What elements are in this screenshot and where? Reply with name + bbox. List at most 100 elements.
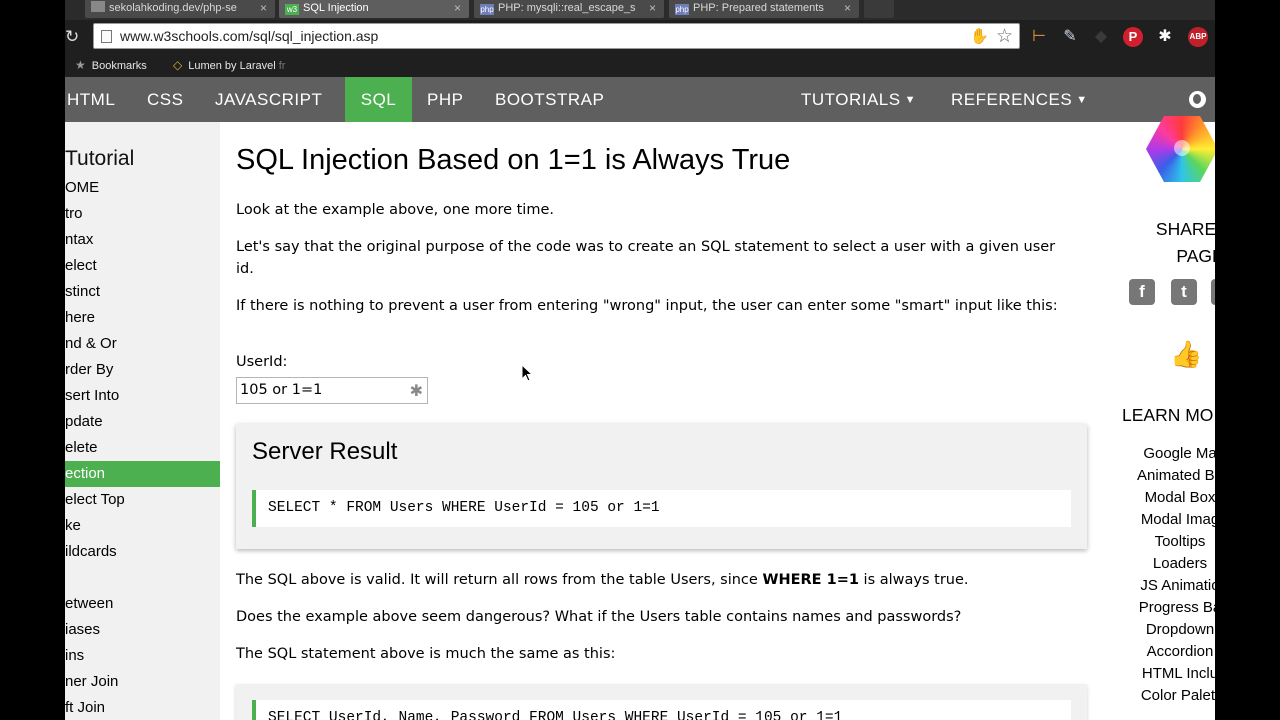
extension-icon[interactable]: ⊢ [1029,27,1049,47]
learn-more-link[interactable]: Dropdown [1105,621,1215,638]
close-icon[interactable]: × [844,0,851,16]
twitter-icon[interactable]: t [1171,279,1197,305]
paragraph: If there is nothing to prevent a user fr… [236,298,1058,314]
browser-window: sekolahkoding.dev/php-se × w3 SQL Injecti… [65,0,1215,720]
bookmark-label-faded: fr [278,60,286,72]
site-top-nav: HTML CSS JAVASCRIPT SQL PHP BOOTSTRAP TU… [65,77,1215,122]
tab-prepared-statements[interactable]: php PHP: Prepared statements × [669,0,859,18]
extension-dim-icon[interactable]: ◆ [1091,27,1111,47]
sidebar-item[interactable]: elect Top [65,487,220,513]
url-text[interactable]: www.w3schools.com/sql/sql_injection.asp [120,24,378,49]
tab-sql-injection[interactable]: w3 SQL Injection × [279,0,469,18]
nav-tutorials[interactable]: TUTORIALS ▼ [801,77,916,122]
thumbs-up-icon[interactable]: 👍 [1170,339,1202,370]
sidebar-item[interactable]: here [65,305,220,331]
pinterest-icon[interactable]: P [1123,27,1143,47]
learn-more-link[interactable]: Tooltips [1105,533,1215,550]
reload-icon[interactable]: ↻ [65,26,83,48]
laravel-icon: ◇ [173,58,183,72]
hand-icon[interactable]: ✋ [970,27,989,45]
tab-strip: sekolahkoding.dev/php-se × w3 SQL Injecti… [65,0,1215,20]
nav-sql[interactable]: SQL [345,77,412,122]
nav-references[interactable]: REFERENCES ▼ [951,77,1088,122]
example-code-panel: SELECT UserId, Name, Password FROM Users… [236,684,1087,720]
sidebar-item[interactable]: ins [65,643,220,669]
sidebar-item[interactable]: tro [65,201,220,227]
color-wheel-icon[interactable] [1146,116,1215,182]
sidebar-item[interactable]: rder By [65,357,220,383]
letterbox [1215,0,1280,720]
globe-icon[interactable] [1189,91,1206,108]
learn-more-link[interactable]: Google Ma [1105,445,1215,462]
browser-toolbar: ↻ www.w3schools.com/sql/sql_injection.as… [65,20,1215,54]
sidebar-item[interactable]: ft Join [65,695,220,720]
learn-more-link[interactable]: Color Palett [1105,687,1215,704]
tab-title: PHP: mysqli::real_escape_s [498,2,636,14]
learn-more-link[interactable]: Progress Ba [1105,599,1215,616]
tab-sekolahkoding[interactable]: sekolahkoding.dev/php-se × [85,0,275,18]
server-result-panel: Server Result SELECT * FROM Users WHERE … [236,424,1087,549]
sidebar-item[interactable]: pdate [65,409,220,435]
close-icon[interactable]: × [454,0,461,16]
tab-mysqli-escape[interactable]: php PHP: mysqli::real_escape_s × [474,0,664,18]
share-heading-line: PAGE [1176,246,1215,266]
userid-input[interactable]: 105 or 1=1 ✱ [236,377,428,404]
tutorial-sidebar: Tutorial OME tro ntax elect stinct here nd & O… [65,122,220,720]
sidebar-item[interactable]: etween [65,591,220,617]
sidebar-item[interactable]: nd & Or [65,331,220,357]
nav-references-label: REFERENCES [951,90,1073,109]
tab-title: PHP: Prepared statements [693,2,824,14]
learn-more-link[interactable]: JS Animatio [1105,577,1215,594]
paragraph-bold: WHERE 1=1 [762,572,859,588]
sidebar-item[interactable]: ntax [65,227,220,253]
page-title: SQL Injection Based on 1=1 is Always Tru… [236,144,791,176]
tab-title: SQL Injection [303,2,369,14]
w3schools-icon: w3 [285,4,299,15]
pen-icon[interactable]: ✎ [1060,27,1080,47]
learn-more-heading: LEARN MO [1122,405,1214,425]
close-icon[interactable]: × [649,0,656,16]
nav-javascript[interactable]: JAVASCRIPT [215,77,322,122]
nav-css[interactable]: CSS [147,77,183,122]
nav-html[interactable]: HTML [67,77,115,122]
sidebar-item[interactable]: iases [65,617,220,643]
example-code: SELECT UserId, Name, Password FROM Users… [252,700,1071,720]
address-bar[interactable]: www.w3schools.com/sql/sql_injection.asp … [93,23,1020,49]
php-icon: php [480,4,494,15]
sidebar-item[interactable]: sert Into [65,383,220,409]
adblock-icon[interactable]: ABP [1188,27,1208,47]
bookmark-star-icon[interactable]: ☆ [996,25,1013,48]
facebook-icon[interactable]: f [1129,279,1155,305]
sidebar-item[interactable]: elect [65,253,220,279]
bookmark-label: Bookmarks [91,60,147,72]
nav-php[interactable]: PHP [427,77,463,122]
learn-more-link[interactable]: Animated Bu [1105,467,1215,484]
sidebar-item[interactable]: ke [65,513,220,539]
paragraph: Does the example above seem dangerous? W… [236,609,962,625]
new-tab-button[interactable] [864,0,894,18]
php-icon: php [675,4,689,15]
puzzle-icon[interactable]: ✱ [1155,27,1175,47]
nav-bootstrap[interactable]: BOOTSTRAP [495,77,604,122]
learn-more-link[interactable]: Modal Imag [1105,511,1215,528]
sidebar-item[interactable]: stinct [65,279,220,305]
share-heading-line: SHARE TH [1155,219,1215,239]
sidebar-item[interactable]: OME [65,175,220,201]
bookmarks-folder[interactable]: ★ Bookmarks [75,58,147,72]
sidebar-item[interactable]: ildcards [65,539,220,565]
learn-more-link[interactable]: Modal Box [1105,489,1215,506]
paragraph: The SQL above is valid. It will return a… [236,569,1076,591]
sidebar-item[interactable]: ection [65,461,220,487]
page-icon [91,1,105,12]
learn-more-link[interactable]: HTML Inclu [1105,665,1215,682]
learn-more-link[interactable]: Loaders [1105,555,1215,572]
bookmark-lumen[interactable]: ◇ Lumen by Laravel fr [173,58,285,72]
sidebar-item[interactable]: elete [65,435,220,461]
paragraph-text: is always true. [858,572,969,588]
caret-down-icon: ▼ [1076,94,1088,106]
paragraph: Look at the example above, one more time… [236,202,554,218]
close-icon[interactable]: × [260,0,267,16]
sidebar-item[interactable] [65,565,220,591]
learn-more-link[interactable]: Accordion [1105,643,1215,660]
sidebar-item[interactable]: ner Join [65,669,220,695]
